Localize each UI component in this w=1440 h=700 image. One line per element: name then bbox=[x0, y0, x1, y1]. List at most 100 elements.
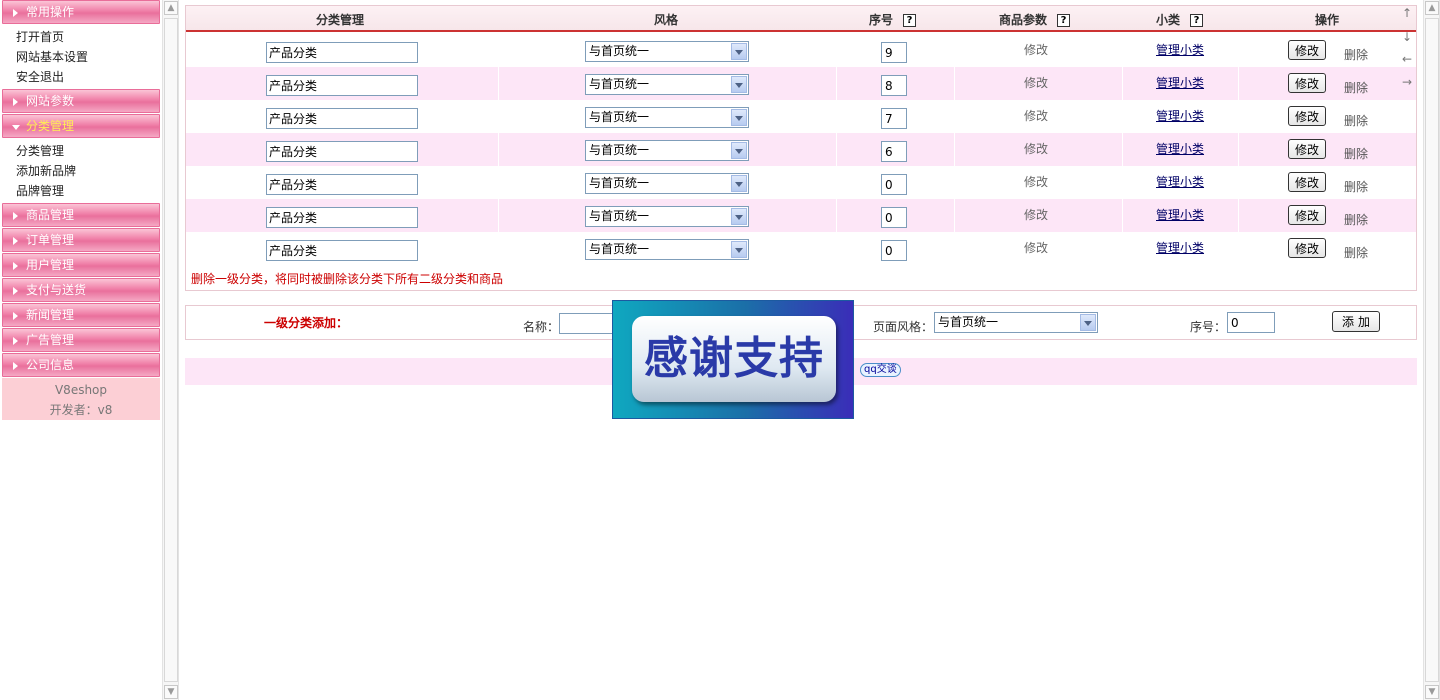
order-input[interactable] bbox=[881, 174, 907, 195]
category-name-input[interactable] bbox=[266, 174, 418, 195]
sidebar-section-header[interactable]: 公司信息 bbox=[2, 353, 160, 377]
scroll-down-icon[interactable]: ▼ bbox=[1425, 685, 1439, 699]
delete-link[interactable]: 删除 bbox=[1344, 46, 1368, 63]
sidebar-section-header[interactable]: 广告管理 bbox=[2, 328, 160, 352]
header-category: 分类管理 bbox=[316, 13, 365, 27]
style-select[interactable]: 与首页统一 bbox=[585, 206, 749, 227]
chevron-down-icon[interactable] bbox=[731, 175, 747, 192]
edit-params-link[interactable]: 修改 bbox=[1024, 173, 1048, 190]
category-name-input[interactable] bbox=[266, 42, 418, 63]
edit-params-link[interactable]: 修改 bbox=[1024, 239, 1048, 256]
manage-subcategory-link[interactable]: 管理小类 bbox=[1156, 74, 1204, 91]
main-scrollbar[interactable]: ▲ ▼ bbox=[1423, 0, 1440, 700]
sidebar-item[interactable]: 打开首页 bbox=[16, 27, 160, 47]
sidebar-section-header[interactable]: 常用操作 bbox=[2, 0, 160, 24]
manage-subcategory-link[interactable]: 管理小类 bbox=[1156, 206, 1204, 223]
category-name-input[interactable] bbox=[266, 75, 418, 96]
style-select[interactable]: 与首页统一 bbox=[585, 140, 749, 161]
sidebar-item[interactable]: 品牌管理 bbox=[16, 181, 160, 201]
manage-subcategory-link[interactable]: 管理小类 bbox=[1156, 239, 1204, 256]
category-name-input[interactable] bbox=[266, 240, 418, 261]
arrow-up-icon[interactable]: ↑ bbox=[1400, 6, 1414, 20]
order-input[interactable] bbox=[881, 240, 907, 261]
scroll-up-icon[interactable]: ▲ bbox=[164, 1, 178, 15]
order-input[interactable] bbox=[881, 42, 907, 63]
chevron-down-icon[interactable] bbox=[731, 241, 747, 258]
style-select[interactable]: 与首页统一 bbox=[585, 173, 749, 194]
help-icon[interactable]: ? bbox=[1190, 14, 1204, 27]
arrow-right-icon[interactable]: → bbox=[1400, 75, 1414, 89]
manage-subcategory-link[interactable]: 管理小类 bbox=[1156, 107, 1204, 124]
order-label: 序号： bbox=[1190, 320, 1227, 334]
triangle-down-icon bbox=[12, 125, 20, 130]
page-style-label: 页面风格： bbox=[873, 320, 934, 334]
edit-button[interactable]: 修改 bbox=[1288, 139, 1326, 159]
edit-params-link[interactable]: 修改 bbox=[1024, 140, 1048, 157]
style-select[interactable]: 与首页统一 bbox=[585, 41, 749, 62]
delete-link[interactable]: 删除 bbox=[1344, 211, 1368, 228]
sidebar-section-header[interactable]: 新闻管理 bbox=[2, 303, 160, 327]
scroll-track[interactable] bbox=[164, 18, 178, 682]
sidebar-item[interactable]: 添加新品牌 bbox=[16, 161, 160, 181]
order-input[interactable] bbox=[1227, 312, 1275, 333]
sidebar-item[interactable]: 分类管理 bbox=[16, 141, 160, 161]
sidebar-item[interactable]: 安全退出 bbox=[16, 67, 160, 87]
manage-subcategory-link[interactable]: 管理小类 bbox=[1156, 41, 1204, 58]
sidebar-section-header[interactable]: 网站参数 bbox=[2, 89, 160, 113]
sidebar-item[interactable]: 网站基本设置 bbox=[16, 47, 160, 67]
order-input[interactable] bbox=[881, 108, 907, 129]
manage-subcategory-link[interactable]: 管理小类 bbox=[1156, 140, 1204, 157]
edit-params-link[interactable]: 修改 bbox=[1024, 107, 1048, 124]
sidebar-section-header[interactable]: 商品管理 bbox=[2, 203, 160, 227]
help-icon[interactable]: ? bbox=[1057, 14, 1071, 27]
order-input[interactable] bbox=[881, 75, 907, 96]
order-input[interactable] bbox=[881, 141, 907, 162]
edit-button[interactable]: 修改 bbox=[1288, 205, 1326, 225]
edit-button[interactable]: 修改 bbox=[1288, 73, 1326, 93]
scroll-up-icon[interactable]: ▲ bbox=[1425, 1, 1439, 15]
edit-params-link[interactable]: 修改 bbox=[1024, 206, 1048, 223]
delete-link[interactable]: 删除 bbox=[1344, 244, 1368, 261]
sidebar-section-header[interactable]: 分类管理 bbox=[2, 114, 160, 138]
style-select[interactable]: 与首页统一 bbox=[585, 239, 749, 260]
chevron-down-icon[interactable] bbox=[731, 109, 747, 126]
category-name-input[interactable] bbox=[266, 141, 418, 162]
manage-subcategory-link[interactable]: 管理小类 bbox=[1156, 173, 1204, 190]
style-select[interactable]: 与首页统一 bbox=[585, 107, 749, 128]
sidebar-scrollbar[interactable]: ▲ ▼ bbox=[162, 0, 179, 700]
scroll-down-icon[interactable]: ▼ bbox=[164, 685, 178, 699]
table-row: 与首页统一 修改 管理小类 修改 删除 bbox=[186, 166, 1416, 199]
category-name-input[interactable] bbox=[266, 207, 418, 228]
delete-link[interactable]: 删除 bbox=[1344, 79, 1368, 96]
thanks-popup-banner[interactable]: 感谢支持 bbox=[612, 300, 854, 419]
add-button[interactable]: 添加 bbox=[1332, 311, 1380, 332]
left-menu-frame: 常用操作 打开首页 网站基本设置 安全退出 网站参数 分类管理 分类管理 添加新品牌 品牌管理商… bbox=[0, 0, 162, 700]
chevron-down-icon[interactable] bbox=[731, 142, 747, 159]
sidebar-section-header[interactable]: 支付与送货 bbox=[2, 278, 160, 302]
category-name-input[interactable] bbox=[266, 108, 418, 129]
chevron-down-icon[interactable] bbox=[1080, 314, 1096, 331]
sidebar-section-header[interactable]: 用户管理 bbox=[2, 253, 160, 277]
order-input[interactable] bbox=[881, 207, 907, 228]
delete-link[interactable]: 删除 bbox=[1344, 178, 1368, 195]
style-select[interactable]: 与首页统一 bbox=[585, 74, 749, 95]
delete-link[interactable]: 删除 bbox=[1344, 112, 1368, 129]
arrow-down-icon[interactable]: ↓ bbox=[1400, 30, 1414, 44]
page-style-select[interactable]: 与首页统一 bbox=[934, 312, 1098, 333]
chevron-down-icon[interactable] bbox=[731, 43, 747, 60]
edit-button[interactable]: 修改 bbox=[1288, 238, 1326, 258]
scroll-track[interactable] bbox=[1425, 18, 1439, 682]
help-icon[interactable]: ? bbox=[903, 14, 917, 27]
edit-button[interactable]: 修改 bbox=[1288, 106, 1326, 126]
chevron-down-icon[interactable] bbox=[731, 76, 747, 93]
sidebar-section-header[interactable]: 订单管理 bbox=[2, 228, 160, 252]
edit-params-link[interactable]: 修改 bbox=[1024, 74, 1048, 91]
chevron-down-icon[interactable] bbox=[731, 208, 747, 225]
edit-button[interactable]: 修改 bbox=[1288, 172, 1326, 192]
delete-link[interactable]: 删除 bbox=[1344, 145, 1368, 162]
qq-chat-button[interactable]: qq交谈 bbox=[860, 363, 901, 377]
edit-params-link[interactable]: 修改 bbox=[1024, 41, 1048, 58]
edit-button[interactable]: 修改 bbox=[1288, 40, 1326, 60]
arrow-left-icon[interactable]: ← bbox=[1400, 52, 1414, 66]
header-style: 风格 bbox=[654, 13, 679, 27]
